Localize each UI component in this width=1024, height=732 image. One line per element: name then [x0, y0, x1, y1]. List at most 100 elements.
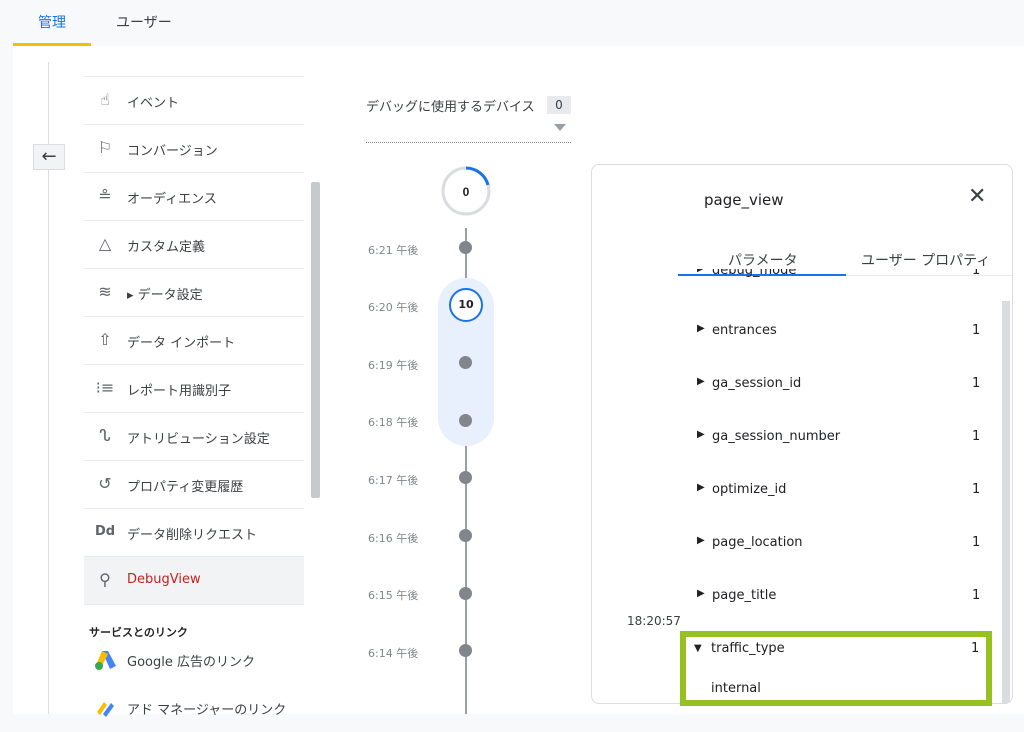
event-timestamp: 18:20:57	[627, 614, 681, 628]
divider	[84, 604, 304, 626]
debug-icon: ⚲	[99, 570, 111, 589]
tab-admin[interactable]: 管理	[38, 12, 66, 32]
sidebar-item-label: プロパティ変更履歴	[127, 480, 244, 495]
param-detail-value: internal	[711, 681, 761, 696]
sidebar-item-conversions[interactable]: ⚐ コンバージョン	[84, 124, 304, 172]
time-label: 6:17 午後	[368, 474, 419, 487]
ad-manager-icon	[97, 702, 114, 717]
time-label: 6:19 午後	[368, 359, 419, 372]
param-row[interactable]: ▶ optimize_id 1	[692, 482, 992, 534]
arrow-left-icon: ←	[41, 146, 57, 167]
param-name: ga_session_id	[712, 376, 802, 391]
identity-icon: ⁝≡	[95, 378, 115, 397]
param-name: entrances	[712, 323, 777, 338]
sidebar-item-data-settings[interactable]: ≋ ▸ データ設定	[84, 268, 304, 316]
google-ads-icon	[95, 651, 116, 670]
back-button[interactable]: ←	[33, 144, 65, 170]
sidebar-item-data-import[interactable]: ⇧ データ インポート	[84, 316, 304, 364]
time-label: 6:14 午後	[368, 647, 419, 660]
param-name: traffic_type	[711, 641, 785, 656]
data-deletion-icon: Dd	[94, 524, 116, 539]
timeline-dot[interactable]	[459, 644, 472, 657]
timeline-dot[interactable]	[459, 587, 472, 600]
sidebar-item-label: オーディエンス	[127, 192, 217, 207]
tab-user[interactable]: ユーザー	[116, 12, 172, 32]
sidebar-item-debugview[interactable]: ⚲ DebugView	[84, 556, 304, 604]
tab-user-properties[interactable]: ユーザー プロパティ	[861, 250, 990, 270]
sidebar-item-label: データ インポート	[127, 336, 236, 351]
timeline-dot[interactable]	[459, 471, 472, 484]
sidebar-item-label: データ削除リクエスト	[127, 528, 258, 543]
param-row[interactable]: ▶ entrances 1	[692, 323, 992, 375]
seconds-count: 0	[463, 185, 470, 199]
minute-event-count[interactable]: 10	[449, 288, 483, 322]
param-name: ga_session_number	[712, 429, 841, 444]
param-row[interactable]: ▶ ga_session_number 1	[692, 429, 992, 481]
timeline-dot[interactable]	[459, 356, 472, 369]
time-label: 6:15 午後	[368, 589, 419, 602]
device-selector-label: デバッグに使用するデバイス	[366, 100, 535, 115]
close-icon[interactable]: ✕	[968, 184, 986, 209]
sidebar-item-label: コンバージョン	[127, 144, 218, 159]
time-label: 6:21 午後	[368, 244, 419, 257]
dropdown-arrow-icon	[554, 124, 566, 131]
timeline-dot[interactable]	[459, 414, 472, 427]
database-icon: ≋	[98, 282, 112, 301]
sidebar-item-audiences[interactable]: ≗ オーディエンス	[84, 172, 304, 220]
param-row[interactable]: ▶ page_location 1	[692, 535, 992, 587]
expand-arrow-icon: ▶	[697, 429, 705, 440]
sidebar-item-data-deletion[interactable]: Dd データ削除リクエスト	[84, 508, 304, 556]
collapse-arrow-icon: ▼	[694, 643, 702, 654]
sidebar-item-events[interactable]: ☝ イベント	[84, 76, 304, 124]
panel-scrollbar[interactable]	[1002, 301, 1010, 703]
sidebar-scrollbar[interactable]	[311, 182, 320, 498]
sidebar-item-label: イベント	[127, 96, 180, 111]
param-name: debug_mode	[712, 269, 797, 278]
device-selector[interactable]: デバッグに使用するデバイス 0	[366, 96, 571, 143]
param-value: 1	[972, 269, 981, 278]
sidebar-item-label: Google 広告のリンク	[127, 655, 255, 670]
upload-icon: ⇧	[98, 330, 112, 349]
sidebar-item-label: アトリビューション設定	[127, 432, 270, 447]
param-value: 1	[972, 376, 981, 391]
sidebar-item-label: DebugView	[127, 572, 201, 587]
sidebar-item-change-history[interactable]: ↺ プロパティ変更履歴	[84, 460, 304, 508]
param-name: page_title	[712, 588, 777, 603]
param-value: 1	[972, 588, 981, 603]
property-sidebar: ☝ イベント ⚐ コンバージョン ≗ オーディエンス △ カスタム定義 ≋ ▸ …	[84, 76, 304, 718]
sidebar-item-label: アド マネージャーのリンク	[127, 703, 287, 718]
param-row[interactable]: ▶ debug_mode 1	[692, 269, 992, 283]
timeline-dot[interactable]	[459, 529, 472, 542]
time-label: 6:20 午後	[368, 301, 419, 314]
param-value: 1	[972, 482, 981, 497]
sidebar-item-label: ▸ データ設定	[127, 288, 203, 303]
expand-arrow-icon: ▶	[697, 323, 705, 334]
sidebar-item-attribution[interactable]: ᔐ アトリビューション設定	[84, 412, 304, 460]
expand-arrow-icon: ▶	[697, 376, 705, 387]
touch-icon: ☝	[100, 90, 110, 109]
sidebar-item-ad-manager-link[interactable]: アド マネージャーのリンク	[84, 684, 304, 732]
expand-arrow-icon: ▶	[697, 269, 705, 274]
history-icon: ↺	[98, 474, 112, 493]
param-row[interactable]: ▶ ga_session_id 1	[692, 376, 992, 428]
param-value: 1	[971, 641, 980, 656]
device-selector-underline	[366, 142, 571, 143]
shapes-icon: △	[98, 234, 112, 253]
attribution-icon: ᔐ	[99, 426, 111, 445]
sidebar-item-reporting-identity[interactable]: ⁝≡ レポート用識別子	[84, 364, 304, 412]
expand-arrow-icon: ▶	[697, 535, 705, 546]
sidebar-item-google-ads-link[interactable]: Google 広告のリンク	[84, 636, 304, 684]
param-value: 1	[972, 323, 981, 338]
timeline-dot[interactable]	[459, 241, 472, 254]
param-name: optimize_id	[712, 482, 787, 497]
expand-arrow-icon: ▶	[697, 482, 705, 493]
sidebar-item-label: カスタム定義	[127, 240, 206, 255]
tab-parameters[interactable]: パラメータ	[728, 250, 798, 270]
param-value: 1	[972, 429, 981, 444]
top-tabbar: 管理 ユーザー	[0, 0, 1024, 46]
flag-icon: ⚐	[97, 138, 113, 157]
sidebar-item-custom-definitions[interactable]: △ カスタム定義	[84, 220, 304, 268]
seconds-stream-counter[interactable]: 0	[440, 165, 492, 217]
highlighted-param[interactable]: ▼ traffic_type 1 internal	[680, 631, 992, 706]
expand-arrow-icon: ▶	[697, 588, 705, 599]
